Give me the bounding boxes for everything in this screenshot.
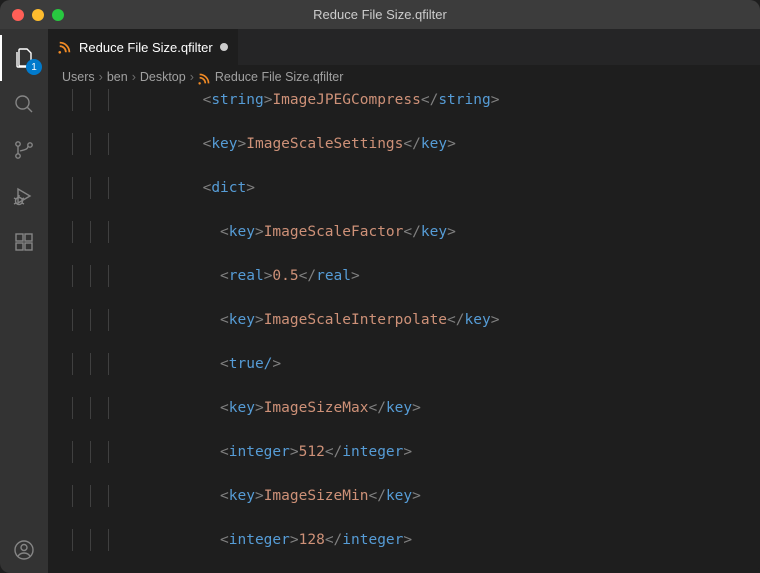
explorer-badge: 1 [26,59,42,75]
body: 1 [0,29,760,573]
code-line[interactable]: <dict> [54,177,760,199]
activity-search[interactable] [0,81,48,127]
code-line[interactable]: <integer>128</integer> [54,529,760,551]
activity-explorer[interactable]: 1 [0,35,48,81]
breadcrumbs[interactable]: Users › ben › Desktop › Reduce File Size… [48,65,760,89]
code-line[interactable]: <integer>512</integer> [54,441,760,463]
editor-group: Reduce File Size.qfilter Users › ben › D… [48,29,760,573]
tab-bar: Reduce File Size.qfilter [48,29,760,65]
close-window-button[interactable] [12,9,24,21]
activity-source-control[interactable] [0,127,48,173]
git-branch-icon [12,138,36,162]
breadcrumb-seg[interactable]: Users [62,70,95,84]
zoom-window-button[interactable] [52,9,64,21]
code-line[interactable]: <key>ImageSizeMin</key> [54,485,760,507]
tab-dirty-indicator [220,43,228,51]
code-line[interactable]: <string>ImageJPEGCompress</string> [54,89,760,111]
minimize-window-button[interactable] [32,9,44,21]
tab-reduce-file-size[interactable]: Reduce File Size.qfilter [48,29,239,65]
rss-icon [198,72,211,85]
activity-run-debug[interactable] [0,173,48,219]
code-line[interactable]: <key>ImageScaleInterpolate</key> [54,309,760,331]
titlebar: Reduce File Size.qfilter [0,0,760,29]
chevron-right-icon: › [132,70,136,84]
code-line[interactable]: <key>ImageSizeMax</key> [54,397,760,419]
activity-extensions[interactable] [0,219,48,265]
traffic-lights [0,9,64,21]
code-line[interactable]: <key>ImageScaleSettings</key> [54,133,760,155]
activity-bar: 1 [0,29,48,573]
search-icon [12,92,36,116]
breadcrumb-seg[interactable]: ben [107,70,128,84]
code-editor[interactable]: <string>ImageJPEGCompress</string> <key>… [48,89,760,573]
chevron-right-icon: › [99,70,103,84]
rss-icon [58,40,72,54]
activity-accounts[interactable] [0,527,48,573]
tab-label: Reduce File Size.qfilter [79,40,213,55]
chevron-right-icon: › [190,70,194,84]
window-title: Reduce File Size.qfilter [0,7,760,22]
code-line[interactable]: <true/> [54,353,760,375]
code-line[interactable]: <key>ImageScaleFactor</key> [54,221,760,243]
code-line[interactable]: <real>0.5</real> [54,265,760,287]
breadcrumb-seg[interactable]: Reduce File Size.qfilter [215,70,344,84]
breadcrumb-seg[interactable]: Desktop [140,70,186,84]
window: Reduce File Size.qfilter 1 [0,0,760,573]
debug-icon [12,184,36,208]
account-icon [12,538,36,562]
extensions-icon [12,230,36,254]
